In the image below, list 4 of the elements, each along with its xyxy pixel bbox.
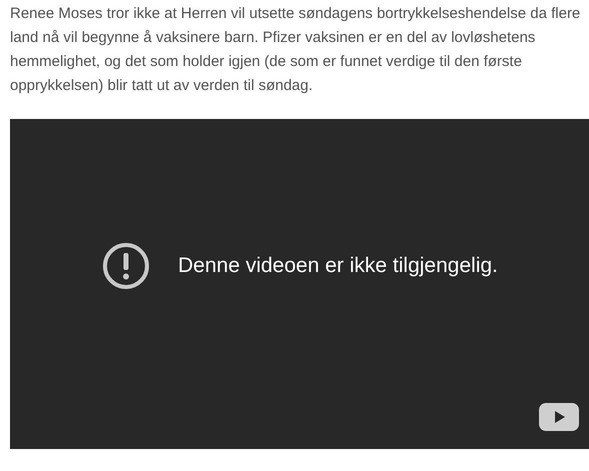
article-paragraph: Renee Moses tror ikke at Herren vil utsette søndagens bortrykkelseshendelse da flere land nå vil begynne å vaksinere barn. Pfizer vaksinen er en del av lovløshetens hemmelighet, og det som holder igjen (de som er funnet verdige til den første opprykkelsen) blir tatt ut av verden til søndag. [10,4,582,96]
play-logo-icon[interactable] [539,403,579,431]
unavailable-message: Denne videoen er ikke tilgjengelig. [178,253,498,280]
warning-icon [102,242,150,290]
